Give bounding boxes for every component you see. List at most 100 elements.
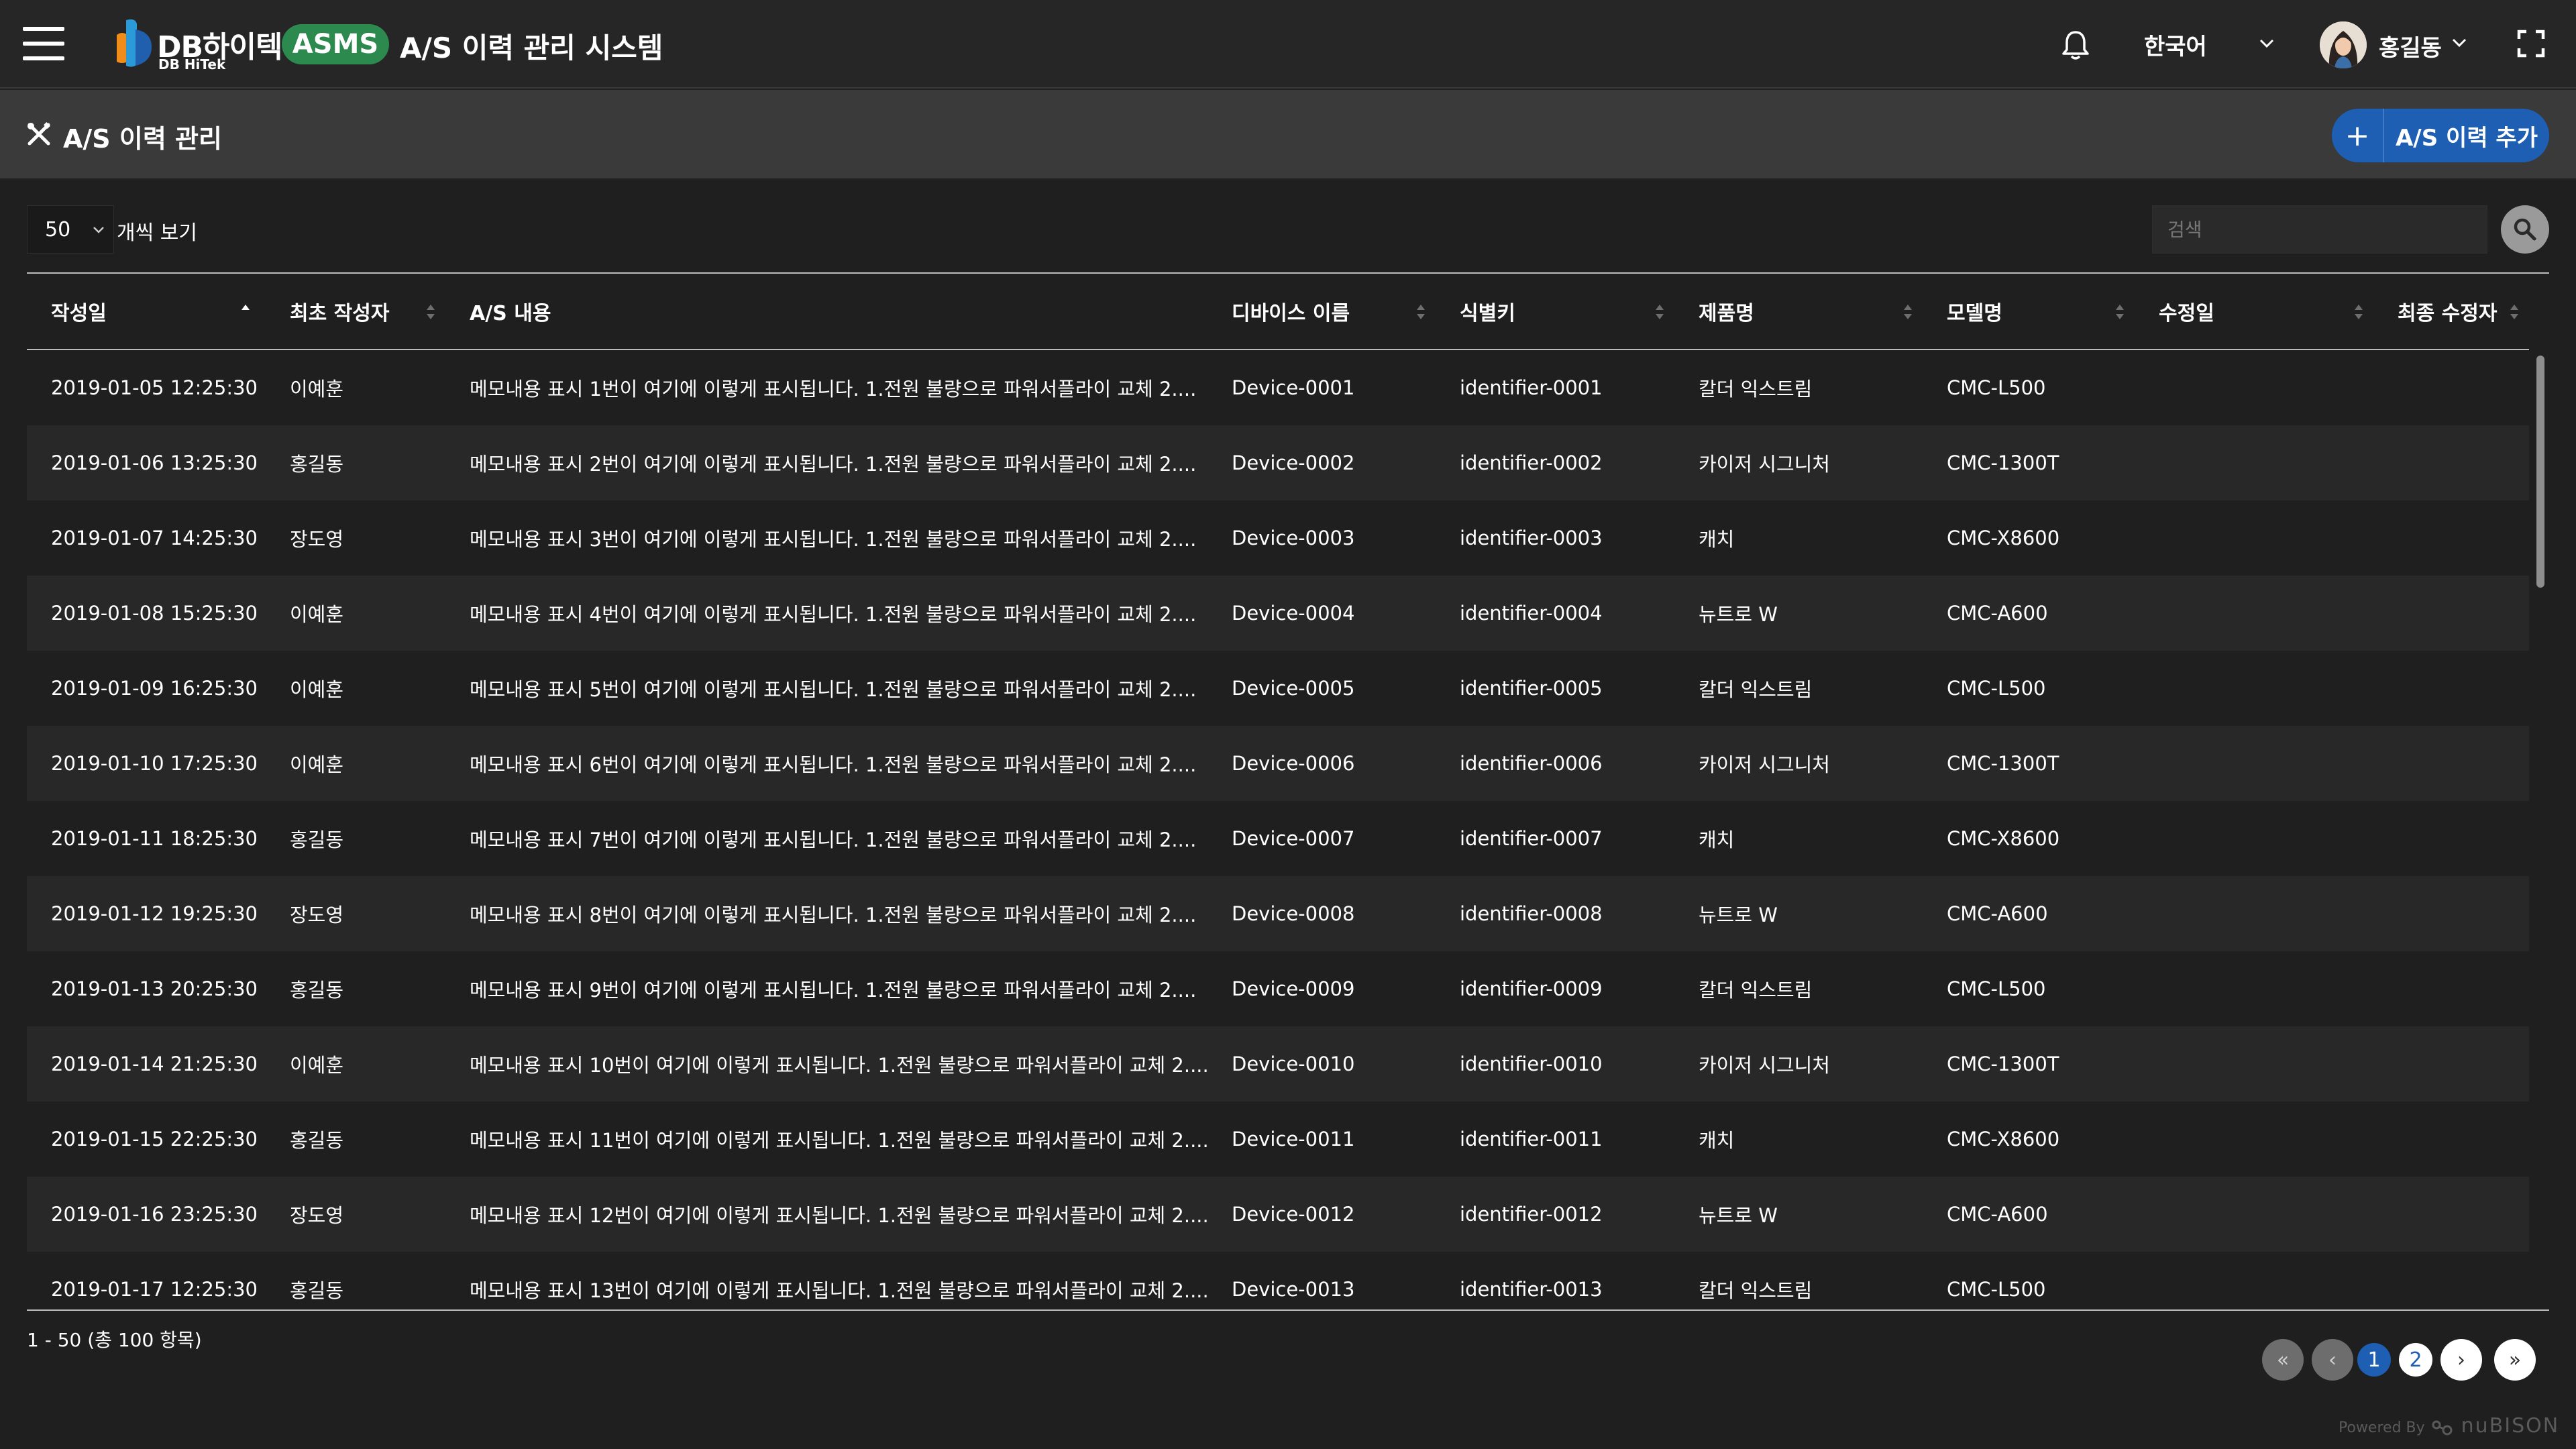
as-history-table: 작성일 최초 작성자 A/S 내용 디바이스 이름 식별키 제품명 모델명 수정일 최종 수정자… (27, 272, 2549, 1311)
column-header-label: 작성일 (51, 302, 107, 325)
column-header-first-author[interactable]: 최초 작성자 (266, 274, 445, 349)
first-page-button[interactable]: « (2262, 1339, 2304, 1381)
cell-as-content: 메모내용 표시 10번이 여기에 이렇게 표시됩니다. 1.전원 불량으로 파워… (470, 1054, 1208, 1077)
next-page-button[interactable]: › (2440, 1339, 2482, 1381)
table-row[interactable]: 2019-01-08 15:25:30 이예훈 메모내용 표시 4번이 여기에 이렇… (27, 576, 2529, 651)
table-row[interactable]: 2019-01-09 16:25:30 이예훈 메모내용 표시 5번이 여기에 이렇… (27, 651, 2529, 726)
table-row[interactable]: 2019-01-14 21:25:30 이예훈 메모내용 표시 10번이 여기에 이… (27, 1026, 2529, 1102)
page-size-value: 50 (45, 217, 71, 241)
cell-first-author: 이예훈 (290, 753, 344, 776)
page-size-label: 개씩 보기 (117, 221, 197, 245)
add-as-history-button[interactable]: + A/S 이력 추가 (2332, 109, 2549, 162)
cell-modified-date (2135, 576, 2373, 651)
cell-model-name: CMC-X8600 (1947, 527, 2060, 549)
cell-product-name: 칼더 익스트림 (1699, 979, 1813, 1002)
table-row[interactable]: 2019-01-15 22:25:30 홍길동 메모내용 표시 11번이 여기에 이… (27, 1102, 2529, 1177)
cell-identifier: identifier-0012 (1460, 1203, 1603, 1226)
cell-product-name: 캐치 (1699, 1129, 1735, 1152)
column-header-created-date[interactable]: 작성일 (27, 274, 266, 349)
cell-first-author: 이예훈 (290, 603, 344, 626)
cell-created-date: 2019-01-06 13:25:30 (51, 451, 258, 474)
cell-first-author: 이예훈 (290, 1054, 344, 1077)
cell-modified-date (2135, 500, 2373, 576)
cell-product-name: 카이저 시그니처 (1699, 753, 1830, 776)
table-row[interactable]: 2019-01-17 12:25:30 홍길동 메모내용 표시 13번이 여기에 이… (27, 1252, 2529, 1309)
cell-as-content: 메모내용 표시 8번이 여기에 이렇게 표시됩니다. 1.전원 불량으로 파워서… (470, 904, 1197, 926)
cell-model-name: CMC-L500 (1947, 376, 2046, 399)
cell-identifier: identifier-0011 (1460, 1128, 1603, 1150)
cell-product-name: 캐치 (1699, 828, 1735, 851)
page-header: A/S 이력 관리 + A/S 이력 추가 (0, 90, 2576, 178)
language-selector[interactable]: 한국어 (2144, 28, 2207, 61)
cell-identifier: identifier-0001 (1460, 376, 1603, 399)
cell-modified-date (2135, 1177, 2373, 1252)
column-header-device-name[interactable]: 디바이스 이름 (1208, 274, 1436, 349)
table-row[interactable]: 2019-01-11 18:25:30 홍길동 메모내용 표시 7번이 여기에 이렇… (27, 801, 2529, 876)
scrollbar-thumb[interactable] (2536, 356, 2544, 588)
column-header-product-name[interactable]: 제품명 (1674, 274, 1923, 349)
cell-modified-date (2135, 801, 2373, 876)
column-header-modified-date[interactable]: 수정일 (2135, 274, 2373, 349)
search-icon (2514, 218, 2536, 241)
last-page-button[interactable]: » (2494, 1339, 2536, 1381)
chevron-down-icon[interactable] (2257, 34, 2277, 54)
cell-last-modifier (2373, 1102, 2529, 1177)
search-input[interactable] (2152, 205, 2487, 254)
cell-product-name: 뉴트로 W (1699, 1204, 1778, 1227)
table-row[interactable]: 2019-01-05 12:25:30 이예훈 메모내용 표시 1번이 여기에 이렇… (27, 350, 2529, 425)
page-1-button[interactable]: 1 (2357, 1343, 2391, 1377)
cell-product-name: 캐치 (1699, 528, 1735, 551)
cell-model-name: CMC-A600 (1947, 602, 2048, 625)
chevron-down-icon (93, 227, 104, 233)
cell-model-name: CMC-A600 (1947, 902, 2048, 925)
cell-device-name: Device-0002 (1232, 451, 1355, 474)
sort-icon[interactable] (1902, 302, 1913, 322)
sort-icon[interactable] (1654, 302, 1665, 322)
cell-identifier: identifier-0003 (1460, 527, 1603, 549)
cell-as-content: 메모내용 표시 6번이 여기에 이렇게 표시됩니다. 1.전원 불량으로 파워서… (470, 753, 1197, 776)
column-header-identifier[interactable]: 식별키 (1436, 274, 1674, 349)
column-header-model-name[interactable]: 모델명 (1923, 274, 2135, 349)
hamburger-menu-button[interactable] (23, 27, 64, 60)
sort-icon[interactable] (2353, 302, 2364, 322)
sort-icon[interactable] (2114, 302, 2125, 322)
db-hitek-logo-icon (117, 19, 152, 67)
page-2-button[interactable]: 2 (2399, 1343, 2432, 1377)
cell-identifier: identifier-0002 (1460, 451, 1603, 474)
cell-created-date: 2019-01-11 18:25:30 (51, 827, 258, 850)
prev-page-button[interactable]: ‹ (2312, 1339, 2353, 1381)
bell-icon[interactable] (2061, 30, 2090, 60)
table-header: 작성일 최초 작성자 A/S 내용 디바이스 이름 식별키 제품명 모델명 수정일 최종 수정자 (27, 274, 2529, 350)
cell-first-author: 홍길동 (290, 979, 344, 1002)
table-row[interactable]: 2019-01-13 20:25:30 홍길동 메모내용 표시 9번이 여기에 이렇… (27, 951, 2529, 1026)
user-name[interactable]: 홍길동 (2379, 30, 2442, 62)
avatar[interactable] (2320, 21, 2367, 68)
cell-product-name: 칼더 익스트림 (1699, 678, 1813, 701)
cell-first-author: 홍길동 (290, 1279, 344, 1302)
column-header-label: 최초 작성자 (290, 302, 390, 325)
table-row[interactable]: 2019-01-16 23:25:30 장도영 메모내용 표시 12번이 여기에 이… (27, 1177, 2529, 1252)
page-size-select[interactable]: 50 (27, 205, 114, 254)
table-row[interactable]: 2019-01-12 19:25:30 장도영 메모내용 표시 8번이 여기에 이렇… (27, 876, 2529, 951)
table-row[interactable]: 2019-01-06 13:25:30 홍길동 메모내용 표시 2번이 여기에 이렇… (27, 425, 2529, 500)
cell-last-modifier (2373, 350, 2529, 425)
chevron-down-icon[interactable] (2450, 34, 2469, 52)
plus-icon: + (2332, 109, 2384, 162)
table-row[interactable]: 2019-01-10 17:25:30 이예훈 메모내용 표시 6번이 여기에 이렇… (27, 726, 2529, 801)
cell-modified-date (2135, 951, 2373, 1026)
sort-icon[interactable] (1415, 302, 1426, 322)
column-header-label: 디바이스 이름 (1232, 302, 1350, 325)
sort-icon[interactable] (425, 302, 436, 322)
sort-icon[interactable] (2509, 302, 2520, 322)
cell-model-name: CMC-1300T (1947, 752, 2059, 775)
cell-created-date: 2019-01-17 12:25:30 (51, 1278, 258, 1301)
table-row[interactable]: 2019-01-07 14:25:30 장도영 메모내용 표시 3번이 여기에 이렇… (27, 500, 2529, 576)
cell-as-content: 메모내용 표시 1번이 여기에 이렇게 표시됩니다. 1.전원 불량으로 파워서… (470, 378, 1197, 400)
cell-model-name: CMC-A600 (1947, 1203, 2048, 1226)
search-button[interactable] (2501, 205, 2549, 254)
cell-first-author: 장도영 (290, 1204, 344, 1227)
sort-asc-icon[interactable] (240, 302, 251, 322)
cell-first-author: 이예훈 (290, 678, 344, 701)
fullscreen-icon[interactable] (2517, 30, 2545, 58)
column-header-last-modifier[interactable]: 최종 수정자 (2373, 274, 2529, 349)
